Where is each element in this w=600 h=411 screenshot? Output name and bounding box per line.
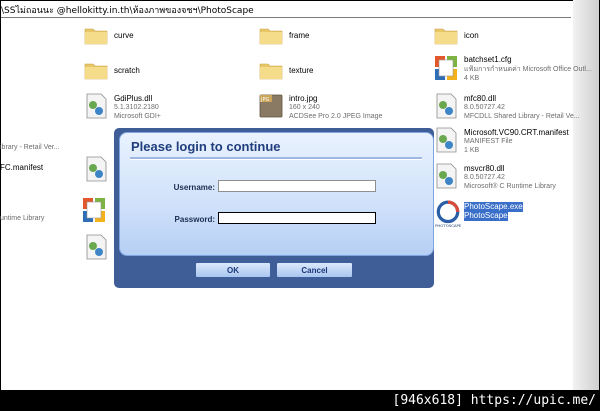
file-name: batchset1.cfg	[464, 55, 512, 64]
file-name: icon	[464, 31, 479, 40]
image-host-watermark: [946x618] https://upic.me/	[392, 393, 597, 408]
username-label: Username:	[173, 183, 215, 192]
login-dialog: Please login to continue Username: Passw…	[119, 132, 434, 256]
dll-gear-icon	[86, 156, 107, 182]
cancel-button[interactable]: Cancel	[276, 262, 353, 278]
ok-button[interactable]: OK	[195, 262, 271, 278]
address-divider	[1, 17, 571, 18]
photoscape-logo-icon: PHOTOSCAPE	[435, 200, 462, 228]
folder-icon	[259, 63, 283, 80]
clipped-file-description: untime Library	[0, 215, 45, 222]
title-divider	[130, 157, 422, 160]
manifest-file-icon	[436, 127, 457, 153]
file-size: 1 KB	[464, 147, 480, 154]
folder-icon	[434, 28, 458, 45]
file-description: PhotoScape	[464, 211, 508, 221]
dialog-title: Please login to continue	[131, 139, 281, 154]
dll-gear-icon	[436, 93, 457, 119]
dll-gear-icon	[86, 234, 107, 260]
address-path[interactable]: \SSไม่ถอนนะ @hellokitty.in.th\ห้องภาพของ…	[1, 3, 561, 17]
file-description: Microsoft GDI+	[114, 113, 161, 120]
file-size: 4 KB	[464, 75, 480, 82]
clipped-file-name[interactable]: FC.manifest	[0, 163, 43, 172]
office-config-icon	[435, 56, 457, 80]
office-config-icon	[83, 198, 105, 222]
folder-icon	[84, 28, 108, 45]
file-name: scratch	[114, 66, 140, 75]
file-description: MFCDLL Shared Library - Retail Ve...	[464, 113, 580, 120]
file-name: frame	[289, 31, 310, 40]
file-name: texture	[289, 66, 314, 75]
username-input[interactable]	[218, 180, 376, 192]
photoscape-logo-text: PHOTOSCAPE	[435, 223, 462, 228]
password-label: Password:	[174, 215, 215, 224]
file-name: curve	[114, 31, 134, 40]
jpg-badge: JPG	[260, 97, 269, 103]
file-type: แฟ้มการกำหนดค่า Microsoft Office Outl...	[464, 66, 592, 73]
jpg-image-icon: JPG	[259, 94, 283, 118]
folder-icon	[84, 63, 108, 80]
right-edge-shade	[573, 0, 599, 390]
password-input[interactable]	[218, 212, 376, 224]
file-description: Microsoft® C Runtime Library	[464, 183, 556, 190]
dll-gear-icon	[436, 163, 457, 189]
dll-gear-icon	[86, 93, 107, 119]
folder-icon	[259, 28, 283, 45]
clipped-file-description: ibrary - Retail Ver...	[0, 144, 60, 151]
file-type: ACDSee Pro 2.0 JPEG Image	[289, 113, 383, 120]
